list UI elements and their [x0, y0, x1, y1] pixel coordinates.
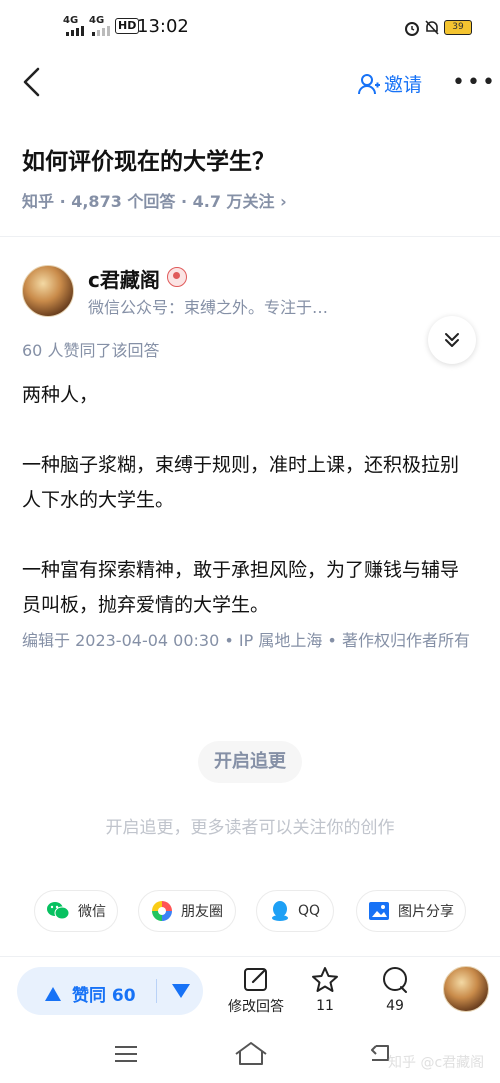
author-avatar[interactable]	[22, 265, 74, 317]
home-icon[interactable]	[234, 1040, 268, 1066]
menu-icon[interactable]	[113, 1044, 139, 1064]
author-badge-icon	[167, 267, 187, 287]
star-count: 11	[316, 998, 334, 1014]
signal-4g-1: 4G	[63, 15, 79, 26]
image-icon	[369, 902, 389, 920]
collapse-answer-button[interactable]	[428, 316, 476, 364]
vote-separator	[156, 979, 157, 1003]
share-row: 微信 朋友圈 QQ 图片分享	[0, 890, 500, 934]
invite-label: 邀请	[384, 74, 423, 96]
hd-icon: HD	[115, 18, 140, 34]
signal-icon-2	[92, 26, 110, 36]
wechat-icon	[47, 902, 70, 920]
invite-button[interactable]: 邀请	[358, 70, 422, 97]
upvote-button[interactable]: 赞同 60	[44, 981, 136, 1006]
author-name[interactable]: c君藏阁	[88, 264, 160, 293]
share-moments-button[interactable]: 朋友圈	[138, 890, 236, 932]
share-image-label: 图片分享	[398, 904, 454, 920]
votes-summary: 60 人赞同了该回答	[22, 341, 160, 360]
star-button[interactable]: 11	[304, 966, 346, 1014]
comment-count: 49	[386, 998, 404, 1014]
status-bar: 4G 4G HD 13:02 39	[0, 0, 500, 56]
double-chevron-down-icon	[445, 333, 459, 347]
author-description: 微信公众号：束缚之外。专注于…	[88, 298, 329, 317]
alarm-icon	[405, 22, 419, 36]
question-title[interactable]: 如何评价现在的大学生？	[22, 142, 275, 176]
answer-content: 两种人， 一种脑子浆糊，束缚于规则，准时上课，还积极拉别人下水的大学生。 一种富…	[22, 378, 476, 658]
follow-updates-button[interactable]: 开启追更	[198, 741, 302, 783]
answer-paragraph: 一种富有探索精神，敢于承担风险，为了赚钱与辅导员叫板，抛弃爱情的大学生。	[22, 559, 460, 616]
edit-icon	[244, 968, 267, 991]
battery-icon: 39	[444, 20, 472, 35]
qq-penguin-icon	[271, 901, 288, 921]
share-moments-label: 朋友圈	[181, 904, 223, 920]
share-qq-label: QQ	[297, 903, 321, 919]
user-avatar[interactable]	[443, 966, 489, 1012]
answer-paragraph: 两种人，	[22, 384, 99, 406]
star-icon	[312, 967, 338, 992]
person-add-icon	[358, 73, 380, 94]
share-wechat-label: 微信	[78, 904, 106, 920]
question-meta[interactable]: 知乎 · 4,873 个回答 · 4.7 万关注 ›	[22, 188, 287, 212]
share-qq-button[interactable]: QQ	[256, 890, 334, 932]
upvote-label: 赞同 60	[72, 986, 136, 1006]
share-wechat-button[interactable]: 微信	[34, 890, 118, 932]
moments-icon	[152, 901, 172, 921]
more-menu-button[interactable]: •••	[452, 70, 497, 95]
watermark: 知乎 @c君藏阁	[388, 1055, 485, 1071]
signal-4g-2: 4G	[89, 15, 105, 26]
back-arrow-icon[interactable]	[20, 66, 44, 98]
triangle-up-icon	[45, 986, 61, 1001]
clock: 13:02	[137, 16, 189, 37]
follow-tip: 开启追更，更多读者可以关注你的创作	[105, 818, 395, 838]
edit-info: 编辑于 2023-04-04 00:30 • IP 属地上海 • 著作权归作者所…	[22, 631, 470, 650]
comment-button[interactable]: 49	[374, 966, 416, 1014]
downvote-triangle-icon[interactable]	[171, 983, 191, 999]
mute-bell-icon	[425, 20, 439, 35]
comment-bubble-icon	[383, 967, 407, 993]
edit-answer-button[interactable]: 修改回答	[226, 966, 286, 1016]
signal-icon	[66, 26, 84, 36]
share-image-button[interactable]: 图片分享	[356, 890, 466, 932]
edit-answer-label: 修改回答	[228, 999, 284, 1015]
divider	[0, 236, 500, 237]
answer-paragraph: 一种脑子浆糊，束缚于规则，准时上课，还积极拉别人下水的大学生。	[22, 454, 460, 511]
